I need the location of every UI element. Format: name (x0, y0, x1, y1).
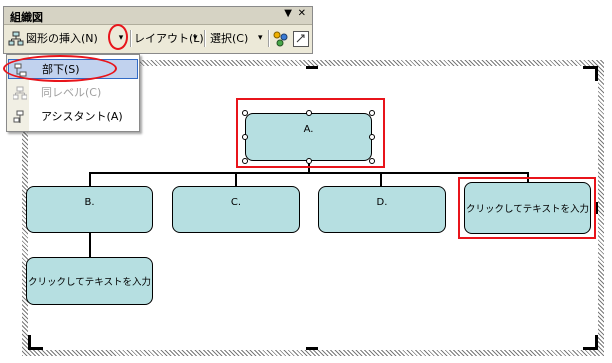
menu-item-coworker[interactable]: 同レベル(C) (8, 83, 138, 103)
node-placeholder-text: クリックしてテキストを入力 (28, 277, 151, 288)
edge-handle-top[interactable] (306, 66, 318, 69)
corner-handle-bottom-left[interactable] (28, 335, 43, 350)
separator (130, 30, 132, 47)
menu-item-label: アシスタント(A) (41, 110, 123, 123)
separator (268, 30, 270, 47)
select-menu-button[interactable]: 選択(C) (210, 29, 248, 48)
org-node-c[interactable]: C. (172, 186, 300, 233)
insert-shape-icon[interactable] (8, 31, 24, 47)
toolbar-title: 組織図 (10, 11, 43, 24)
corner-handle-top-right[interactable] (583, 66, 598, 81)
menu-item-assistant[interactable]: アシスタント(A) (8, 107, 138, 127)
node-label: B. (84, 197, 95, 208)
menu-item-label: 同レベル(C) (41, 86, 102, 99)
connector-line (89, 172, 91, 186)
layout-dropdown-arrow[interactable]: ▾ (193, 29, 198, 48)
fit-text-icon[interactable] (293, 31, 309, 47)
highlight-ellipse-subordinate (3, 55, 117, 82)
close-icon[interactable]: ✕ (298, 8, 306, 19)
edge-handle-bottom[interactable] (306, 347, 318, 350)
org-node-subordinate[interactable]: クリックしてテキストを入力 (26, 257, 153, 305)
insert-shape-button[interactable]: 図形の挿入(N) (26, 29, 98, 48)
org-node-d[interactable]: D. (318, 186, 446, 233)
org-chart-toolbar[interactable]: 組織図 ▼ ✕ 図形の挿入(N) ▾ レイアウト(L) ▾ 選択(C) ▾ (3, 6, 313, 54)
connector-line (89, 172, 528, 174)
connector-line (380, 172, 382, 186)
separator (204, 30, 206, 47)
corner-handle-bottom-right[interactable] (583, 335, 598, 350)
connector-line (89, 232, 91, 258)
node-label: C. (230, 197, 242, 208)
node-label: D. (376, 197, 388, 208)
toolbar-options-icon[interactable]: ▼ (284, 8, 292, 19)
coworker-icon (12, 86, 28, 100)
highlight-box-new-node (458, 177, 596, 239)
autoformat-icon[interactable] (273, 31, 289, 47)
org-node-b[interactable]: B. (26, 186, 153, 233)
select-dropdown-arrow[interactable]: ▾ (258, 29, 263, 48)
highlight-box-top-node (236, 98, 385, 168)
assistant-icon (13, 110, 27, 124)
toolbar-titlebar[interactable]: 組織図 ▼ ✕ (4, 7, 312, 25)
highlight-ellipse-dropdown (108, 24, 128, 50)
connector-line (235, 172, 237, 186)
